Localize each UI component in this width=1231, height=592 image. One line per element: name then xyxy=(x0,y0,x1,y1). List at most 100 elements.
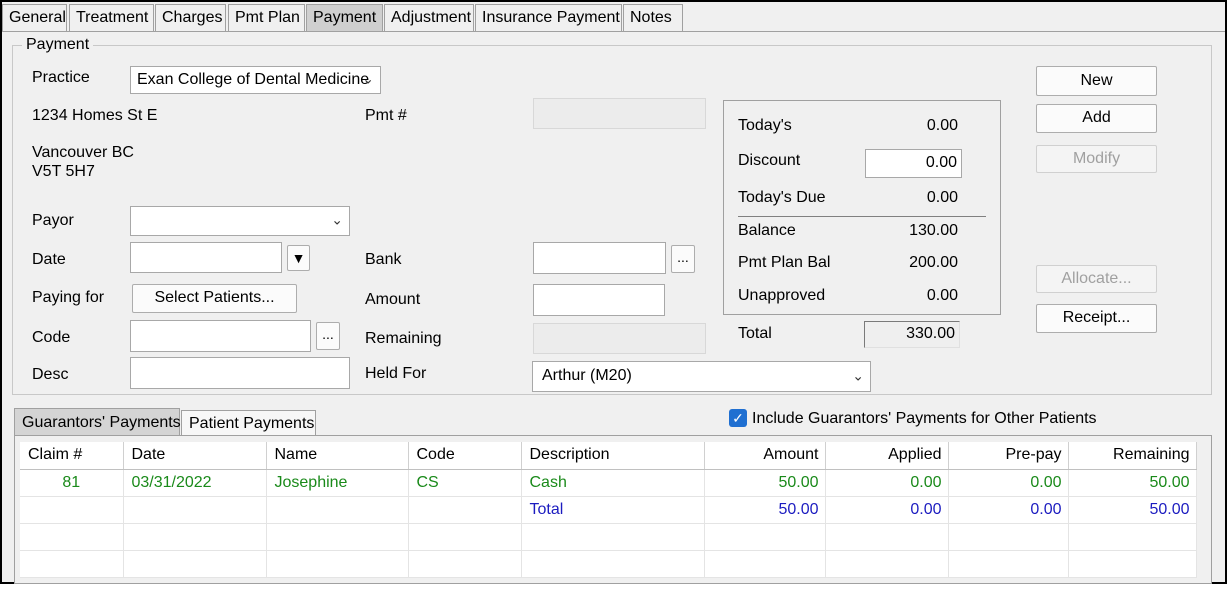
address-line-2: Vancouver BC xyxy=(32,144,134,161)
discount-label: Discount xyxy=(738,152,801,169)
cell-pre-pay: 0.00 xyxy=(948,496,1069,524)
practice-label: Practice xyxy=(32,69,90,86)
todays-label: Today's xyxy=(738,117,792,134)
discount-value: 0.00 xyxy=(925,154,957,171)
date-label: Date xyxy=(32,251,66,268)
total-row: Total 50.00 0.00 0.00 50.00 xyxy=(20,496,1197,524)
column-header-description[interactable]: Description xyxy=(521,442,705,470)
pmt-plan-bal-value: 200.00 xyxy=(909,254,958,271)
tab-charges[interactable]: Charges xyxy=(155,4,226,31)
pmt-plan-bal-label: Pmt Plan Bal xyxy=(738,254,831,271)
total-field: 330.00 xyxy=(864,321,960,348)
tab-notes[interactable]: Notes xyxy=(623,4,683,31)
cell-code xyxy=(408,496,522,524)
column-header-name[interactable]: Name xyxy=(266,442,409,470)
payor-label: Payor xyxy=(32,212,74,229)
cell-claim xyxy=(20,496,124,524)
empty-row xyxy=(20,550,1197,578)
column-header-pre-pay[interactable]: Pre-pay xyxy=(948,442,1069,470)
chevron-down-icon: ⌄ xyxy=(852,367,864,384)
code-label: Code xyxy=(32,329,71,346)
cell-amount: 50.00 xyxy=(704,469,826,497)
payments-grid: Claim # Date Name Code Description Amoun… xyxy=(20,442,1197,578)
pmt-number-label: Pmt # xyxy=(365,107,407,124)
address-line-1: 1234 Homes St E xyxy=(32,107,158,124)
code-input[interactable] xyxy=(130,320,311,352)
cell-claim: 81 xyxy=(20,469,124,497)
cell-date xyxy=(123,496,267,524)
payor-select[interactable]: ⌄ xyxy=(130,206,350,236)
select-patients-button[interactable]: Select Patients... xyxy=(132,284,297,313)
discount-input[interactable]: 0.00 xyxy=(865,149,962,178)
add-button[interactable]: Add xyxy=(1036,104,1157,133)
column-header-date[interactable]: Date xyxy=(123,442,267,470)
desc-label: Desc xyxy=(32,366,69,383)
tab-treatment[interactable]: Treatment xyxy=(69,4,154,31)
column-header-applied[interactable]: Applied xyxy=(825,442,949,470)
new-button[interactable]: New xyxy=(1036,66,1157,96)
cell-pre-pay: 0.00 xyxy=(948,469,1069,497)
column-header-remaining[interactable]: Remaining xyxy=(1068,442,1197,470)
bank-lookup-button[interactable]: ... xyxy=(671,245,695,273)
tab-payment[interactable]: Payment xyxy=(306,4,383,31)
column-header-claim[interactable]: Claim # xyxy=(20,442,124,470)
tab-pmt-plan[interactable]: Pmt Plan xyxy=(228,4,305,31)
balance-label: Balance xyxy=(738,222,796,239)
unapproved-value: 0.00 xyxy=(926,287,958,304)
held-for-value: Arthur (M20) xyxy=(542,367,632,384)
tab-insurance-payment[interactable]: Insurance Payment xyxy=(475,4,622,31)
cell-date: 03/31/2022 xyxy=(123,469,267,497)
date-input[interactable] xyxy=(130,242,282,273)
cell-code: CS xyxy=(408,469,522,497)
cell-description: Cash xyxy=(521,469,705,497)
cell-amount: 50.00 xyxy=(704,496,826,524)
column-header-amount[interactable]: Amount xyxy=(704,442,826,470)
todays-due-label: Today's Due xyxy=(738,189,826,206)
include-guarantors-checkbox[interactable]: ✓ xyxy=(729,409,747,427)
practice-select[interactable]: Exan College of Dental Medicine ⌄ xyxy=(130,66,381,94)
tab-general[interactable]: General xyxy=(2,4,67,31)
desc-input[interactable] xyxy=(130,357,350,389)
paying-for-label: Paying for xyxy=(32,289,105,306)
tab-guarantors-payments[interactable]: Guarantors' Payments xyxy=(14,408,181,435)
tab-adjustment[interactable]: Adjustment xyxy=(384,4,474,31)
remaining-field xyxy=(533,323,706,354)
group-title: Payment xyxy=(22,36,94,54)
bank-input[interactable] xyxy=(533,242,666,274)
cell-applied: 0.00 xyxy=(825,469,949,497)
total-label: Total xyxy=(738,325,772,342)
code-lookup-button[interactable]: ... xyxy=(316,322,340,350)
practice-value: Exan College of Dental Medicine xyxy=(137,71,370,88)
cell-name: Josephine xyxy=(266,469,409,497)
column-header-code[interactable]: Code xyxy=(408,442,522,470)
address-line-3: V5T 5H7 xyxy=(32,163,95,180)
receipt-button[interactable]: Receipt... xyxy=(1036,304,1157,333)
cell-applied: 0.00 xyxy=(825,496,949,524)
amount-input[interactable] xyxy=(533,284,665,316)
todays-value: 0.00 xyxy=(926,117,958,134)
tab-underline xyxy=(2,31,1225,32)
pmt-number-field xyxy=(533,98,706,129)
remaining-label: Remaining xyxy=(365,330,442,347)
include-guarantors-label: Include Guarantors' Payments for Other P… xyxy=(752,410,1097,427)
allocate-button[interactable]: Allocate... xyxy=(1036,265,1157,293)
cell-name xyxy=(266,496,409,524)
cell-description: Total xyxy=(521,496,705,524)
caret-down-icon: ▼ xyxy=(291,250,306,266)
unapproved-label: Unapproved xyxy=(738,287,826,304)
tab-patient-payments[interactable]: Patient Payments xyxy=(181,410,316,435)
todays-due-value: 0.00 xyxy=(926,189,958,206)
total-value: 330.00 xyxy=(906,325,955,342)
cell-remaining: 50.00 xyxy=(1068,496,1197,524)
grid-header-row: Claim # Date Name Code Description Amoun… xyxy=(20,442,1197,470)
summary-divider xyxy=(738,216,986,217)
table-row[interactable]: 81 03/31/2022 Josephine CS Cash 50.00 0.… xyxy=(20,469,1197,497)
empty-row xyxy=(20,523,1197,551)
held-for-select[interactable]: Arthur (M20) ⌄ xyxy=(532,361,871,392)
modify-button[interactable]: Modify xyxy=(1036,145,1157,173)
chevron-down-icon: ⌄ xyxy=(331,211,343,228)
date-dropdown-button[interactable]: ▼ xyxy=(287,245,310,271)
balance-value: 130.00 xyxy=(909,222,958,239)
held-for-label: Held For xyxy=(365,365,427,382)
chevron-down-icon: ⌄ xyxy=(362,70,374,87)
